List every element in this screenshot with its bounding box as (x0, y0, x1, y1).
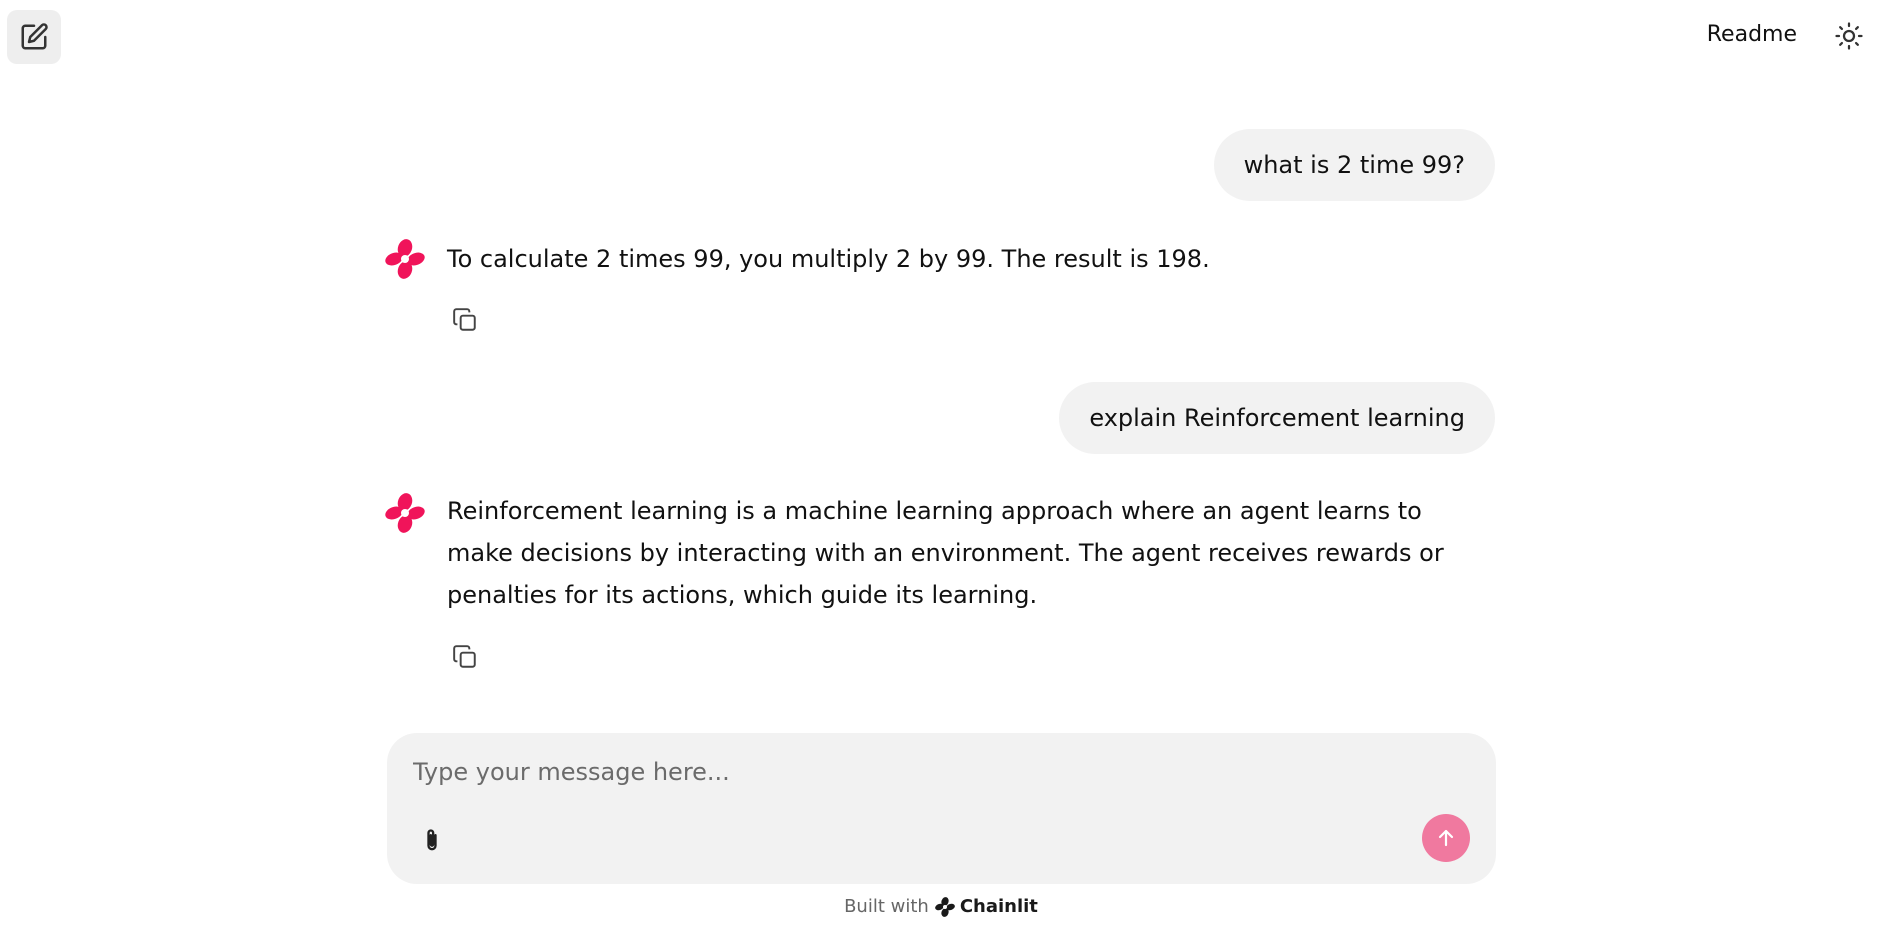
assistant-avatar-icon (385, 239, 425, 279)
readme-link[interactable]: Readme (1707, 22, 1797, 47)
user-message-text: explain Reinforcement learning (1089, 404, 1465, 432)
theme-toggle-button[interactable] (1831, 18, 1867, 54)
paperclip-icon (427, 829, 437, 851)
copy-icon (453, 308, 476, 331)
copy-button[interactable] (452, 644, 478, 670)
user-message-bubble: explain Reinforcement learning (1059, 382, 1495, 454)
copy-icon (453, 645, 476, 668)
assistant-message-text: To calculate 2 times 99, you multiply 2 … (447, 245, 1210, 273)
assistant-avatar-icon (385, 493, 425, 533)
chainlit-logo-icon (934, 896, 955, 917)
footer: Built with Chainlit (0, 896, 1882, 917)
brand-label: Chainlit (959, 896, 1038, 917)
user-message-text: what is 2 time 99? (1243, 151, 1465, 179)
attach-file-button[interactable] (414, 821, 450, 861)
message-composer (387, 733, 1496, 884)
sun-icon (1835, 22, 1863, 50)
message-input[interactable] (411, 751, 1475, 793)
send-button[interactable] (1422, 814, 1470, 862)
top-bar: Readme (0, 0, 1882, 74)
assistant-message-text: Reinforcement learning is a machine lear… (447, 497, 1444, 609)
new-chat-button[interactable] (7, 10, 61, 64)
arrow-up-icon (1438, 829, 1454, 847)
copy-button[interactable] (452, 307, 478, 333)
footer-prefix: Built with (844, 896, 929, 917)
user-message-bubble: what is 2 time 99? (1213, 129, 1495, 201)
chainlit-brand-link[interactable]: Chainlit (934, 896, 1038, 917)
edit-square-icon (21, 23, 48, 50)
